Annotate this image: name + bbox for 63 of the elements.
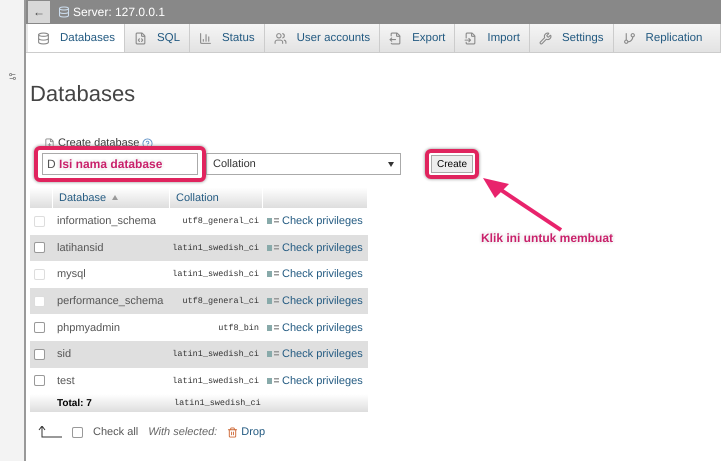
create-button[interactable]: Create	[431, 155, 474, 173]
page-heading: Databases	[30, 81, 136, 107]
check-privileges-link[interactable]: Check privileges	[282, 322, 363, 334]
tab[interactable]: Export	[380, 24, 456, 52]
drop-link[interactable]: Drop	[227, 426, 266, 438]
privileges-icon	[267, 217, 279, 226]
tab[interactable]: User accounts	[264, 24, 380, 52]
trash-icon	[227, 426, 238, 438]
back-button[interactable]: ←	[28, 1, 50, 23]
branch-icon	[622, 32, 636, 44]
privileges-icon	[267, 324, 279, 332]
check-privileges-link[interactable]: Check privileges	[282, 374, 363, 387]
collation-text: latin1_swedish_ci	[174, 398, 261, 408]
server-icon	[58, 6, 70, 18]
collation-text: utf8_general_ci	[182, 296, 259, 306]
tab[interactable]: Status	[190, 24, 265, 52]
check-all-label[interactable]: Check all	[93, 426, 138, 438]
check-all-checkbox[interactable]	[72, 426, 83, 438]
tab[interactable]: Import	[455, 24, 530, 52]
tab[interactable]: SQL	[124, 24, 190, 52]
collation-text: utf8_bin	[218, 322, 259, 333]
total-count: Total: 7	[57, 398, 92, 409]
privileges-icon	[267, 244, 279, 252]
database-name[interactable]: test	[53, 368, 170, 394]
privileges-icon	[267, 350, 279, 358]
check-privileges-link[interactable]: Check privileges	[282, 348, 363, 360]
collation-text: latin1_swedish_ci	[172, 269, 259, 280]
import-icon	[464, 32, 478, 44]
row-checkbox[interactable]	[34, 242, 45, 254]
collation-text: latin1_swedish_ci	[172, 376, 259, 386]
database-name[interactable]: phpmyadmin	[53, 314, 170, 341]
users-icon	[274, 32, 287, 44]
privileges-icon	[267, 270, 279, 278]
collation-text: utf8_general_ci	[182, 216, 259, 226]
privileges-icon	[267, 376, 279, 385]
new-file-icon	[44, 138, 55, 148]
database-name[interactable]: sid	[53, 340, 170, 368]
export-icon	[389, 32, 402, 44]
highlight-frame	[425, 149, 480, 179]
server-title[interactable]: Server: 127.0.0.1	[58, 5, 166, 19]
row-checkbox[interactable]	[34, 348, 45, 360]
wrench-icon	[538, 32, 552, 44]
tab[interactable]: Settings	[530, 24, 614, 52]
help-icon[interactable]	[142, 138, 154, 148]
tab[interactable]: Databases	[28, 24, 125, 52]
chart-icon	[199, 32, 212, 44]
annotation-label: Isi nama database	[59, 157, 162, 171]
document-icon	[134, 32, 147, 44]
annotation-label: Klik ini untuk membuat	[481, 231, 614, 245]
section-label: Create database	[58, 137, 140, 149]
collation-dropdown[interactable]: Collation	[206, 153, 401, 175]
database-name[interactable]: latihansid	[53, 234, 170, 262]
database-icon	[37, 32, 50, 44]
with-selected-label: With selected:	[148, 426, 218, 438]
privileges-icon	[267, 297, 279, 306]
tab[interactable]: Replication	[614, 24, 721, 52]
sort-icon	[112, 195, 118, 200]
check-privileges-link[interactable]: Check privileges	[282, 242, 363, 254]
arrow-up-icon	[38, 426, 62, 438]
row-checkbox[interactable]	[34, 322, 45, 334]
collation-text: latin1_swedish_ci	[172, 349, 259, 360]
collation-text: latin1_swedish_ci	[172, 242, 259, 253]
row-checkbox[interactable]	[34, 375, 45, 386]
